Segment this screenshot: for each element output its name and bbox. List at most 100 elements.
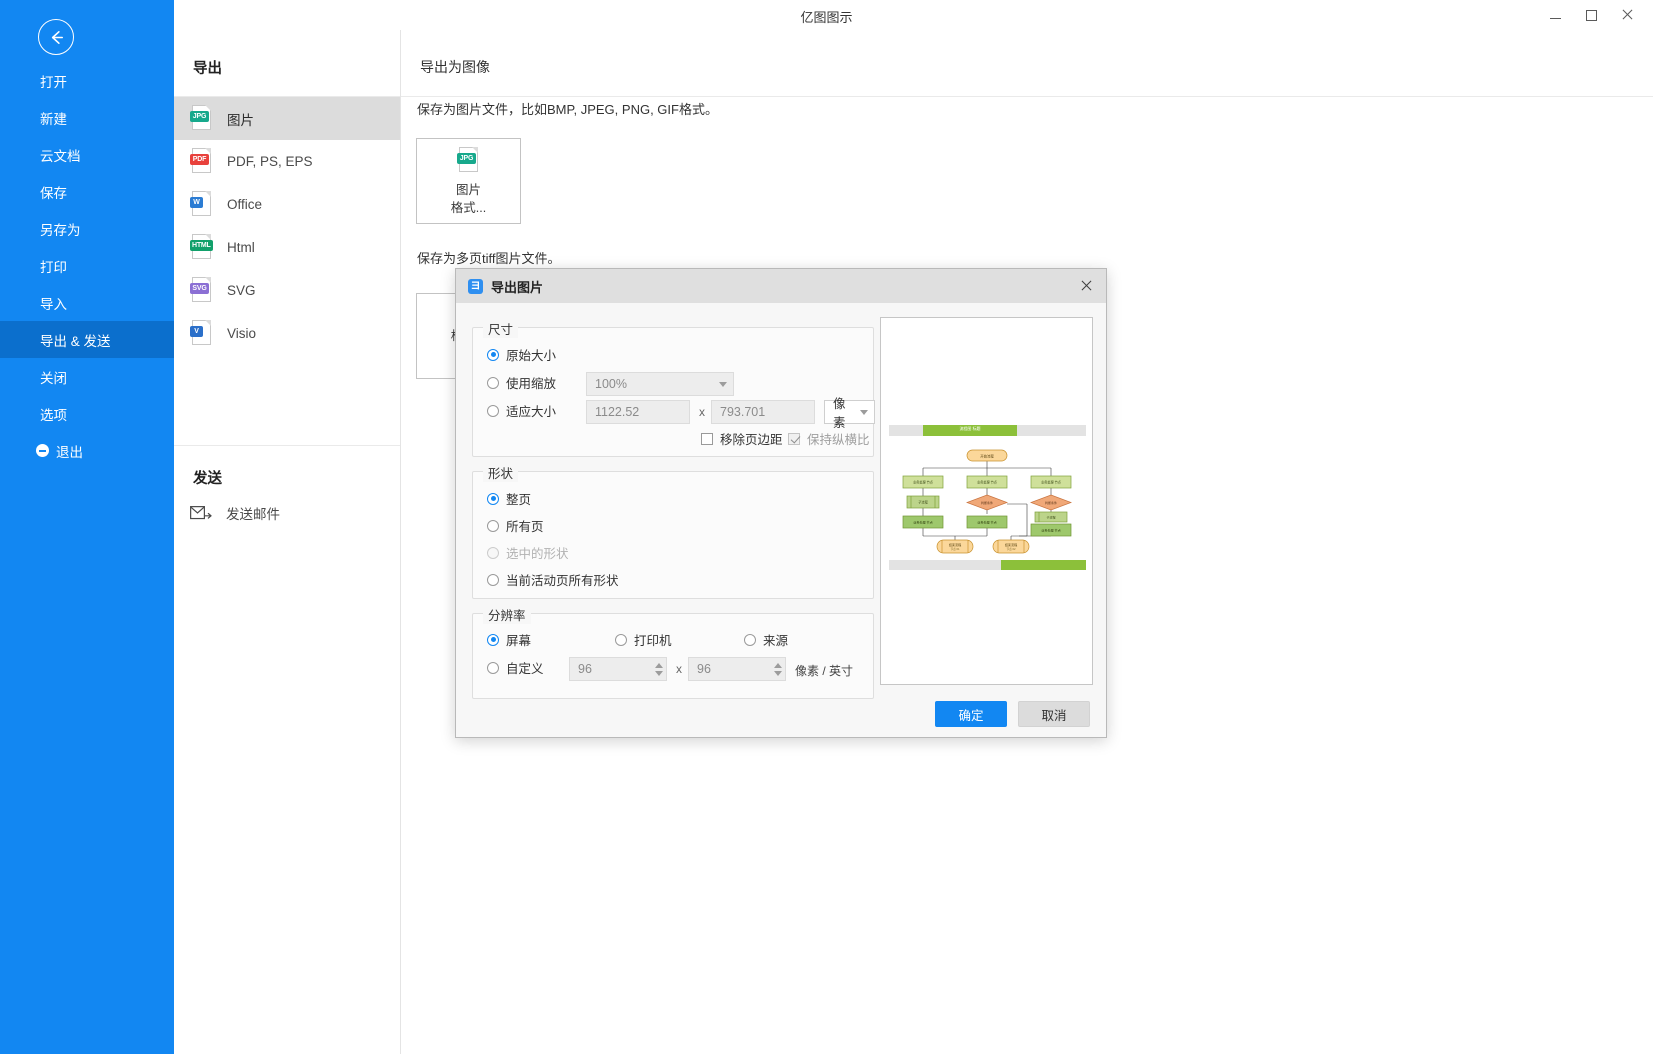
dialog-close-button[interactable] [1066, 269, 1106, 303]
content-divider [401, 96, 1653, 97]
word-file-icon: W [190, 191, 213, 218]
checkbox-label: 保持纵横比 [807, 433, 870, 447]
export-item-pdf-ps-eps[interactable]: PDF PDF, PS, EPS [174, 140, 400, 183]
dimension-separator: x [699, 405, 705, 419]
preview-flowchart: 开始流程 业务处理 节点 业务处理 节点 业务处理 节点 子流程 判断条件 判断… [902, 449, 1072, 554]
radio-resolution-custom[interactable]: 自定义 [487, 658, 544, 677]
checkbox-keep-aspect-ratio[interactable]: 保持纵横比 [788, 429, 870, 448]
radio-fit-size[interactable]: 适应大小 [487, 401, 556, 420]
export-item-office[interactable]: W Office [174, 183, 400, 226]
radio-resolution-screen[interactable]: 屏幕 [487, 630, 531, 649]
html-file-icon-tag: HTML [190, 240, 213, 251]
stepper-down-icon[interactable] [655, 670, 663, 676]
stepper-down-icon[interactable] [774, 670, 782, 676]
chevron-down-icon [719, 381, 727, 387]
sidebar-item-import[interactable]: 导入 [0, 284, 174, 321]
maximize-button[interactable] [1573, 1, 1609, 29]
radio-use-scale[interactable]: 使用缩放 [487, 373, 556, 392]
jpg-file-icon: JPG [190, 105, 213, 132]
scale-select-value: 100% [595, 377, 627, 391]
dialog-title: 导出图片 [491, 279, 544, 295]
preview-footer-bar [889, 560, 1086, 570]
svg-text:判断条件: 判断条件 [1045, 500, 1057, 505]
sidebar-item-label: 云文档 [40, 148, 81, 164]
sidebar-item-cloud-docs[interactable]: 云文档 [0, 136, 174, 173]
window-title: 亿图图示 [800, 10, 853, 25]
scale-select[interactable]: 100% [586, 372, 734, 396]
image-format-tile[interactable]: JPG 图片 格式... [416, 138, 521, 224]
stepper-up-icon[interactable] [774, 662, 782, 668]
sidebar-item-export-and-send[interactable]: 导出 & 发送 [0, 321, 174, 358]
fit-width-input[interactable]: 1122.52 [586, 400, 690, 424]
shape-group-legend: 形状 [483, 463, 519, 482]
radio-original-size[interactable]: 原始大小 [487, 345, 556, 364]
export-item-label: Html [227, 240, 255, 255]
custom-dpi-x-stepper[interactable]: 96 [569, 657, 667, 681]
radio-dot-icon [487, 519, 499, 532]
radio-label: 原始大小 [506, 349, 557, 363]
sidebar-item-open[interactable]: 打开 [0, 62, 174, 99]
pdf-file-icon: PDF [190, 148, 213, 175]
radio-label: 整页 [506, 493, 532, 507]
svg-text:业务处理 节点: 业务处理 节点 [913, 480, 934, 485]
radio-resolution-source[interactable]: 来源 [744, 630, 788, 649]
svg-text:子流程: 子流程 [1046, 515, 1055, 520]
send-item-label: 发送邮件 [226, 507, 280, 522]
sidebar-item-options[interactable]: 选项 [0, 395, 174, 432]
resolution-group: 分辨率 屏幕 打印机 来源 自定义 96 x 96 像素 / 英寸 [472, 605, 874, 699]
minimize-button[interactable] [1537, 1, 1573, 29]
sidebar-item-label: 退出 [56, 444, 83, 460]
radio-selected-shapes: 选中的形状 [487, 543, 569, 562]
export-panel: 导出 JPG 图片 PDF PDF, PS, EPS W Office HTML… [174, 30, 401, 1054]
stepper-arrows[interactable] [655, 662, 663, 676]
back-button[interactable] [38, 19, 74, 55]
html-file-icon: HTML [190, 234, 213, 261]
sidebar-item-quit[interactable]: 退出 [0, 432, 174, 469]
close-window-button[interactable] [1609, 1, 1645, 29]
sidebar-item-save-as[interactable]: 另存为 [0, 210, 174, 247]
sidebar-item-print[interactable]: 打印 [0, 247, 174, 284]
cancel-button[interactable]: 取消 [1018, 701, 1090, 727]
size-unit-value: 像素 [833, 397, 846, 430]
dialog-body: 尺寸 原始大小 使用缩放 100% 适应大小 1122.52 x 793.701… [456, 303, 1106, 737]
svg-text:业务处理 节点: 业务处理 节点 [977, 480, 998, 485]
stepper-arrows[interactable] [774, 662, 782, 676]
fit-height-input[interactable]: 793.701 [711, 400, 815, 424]
export-item-svg[interactable]: SVG SVG [174, 269, 400, 312]
sidebar-item-close[interactable]: 关闭 [0, 358, 174, 395]
ok-button[interactable]: 确定 [935, 701, 1007, 727]
size-unit-select[interactable]: 像素 [824, 397, 875, 430]
radio-whole-page[interactable]: 整页 [487, 489, 531, 508]
export-item-visio[interactable]: V Visio [174, 312, 400, 355]
svg-text:业务处理 节点: 业务处理 节点 [977, 520, 996, 525]
svg-text:子流程: 子流程 [918, 500, 928, 505]
minimize-icon [1549, 18, 1561, 19]
radio-label: 屏幕 [506, 634, 532, 648]
radio-label: 使用缩放 [506, 377, 557, 391]
export-item-image[interactable]: JPG 图片 [174, 97, 400, 140]
dpi-separator: x [676, 662, 682, 676]
stepper-up-icon[interactable] [655, 662, 663, 668]
sidebar-item-new[interactable]: 新建 [0, 99, 174, 136]
custom-dpi-y-stepper[interactable]: 96 [688, 657, 786, 681]
export-image-dialog: ヨ 导出图片 尺寸 原始大小 使用缩放 100% 适应大小 1122.52 x … [455, 268, 1107, 738]
sidebar-item-label: 另存为 [40, 222, 81, 238]
send-item-email[interactable]: 发送邮件 [190, 503, 280, 523]
checkbox-remove-page-margin[interactable]: 移除页边距 [701, 429, 783, 448]
tile-label-line2: 格式... [450, 200, 487, 215]
export-item-html[interactable]: HTML Html [174, 226, 400, 269]
radio-all-shapes-active-page[interactable]: 当前活动页所有形状 [487, 570, 619, 589]
radio-all-pages[interactable]: 所有页 [487, 516, 544, 535]
svg-text:结束流程: 结束流程 [1005, 542, 1017, 547]
sidebar-item-save[interactable]: 保存 [0, 173, 174, 210]
custom-dpi-x-value: 96 [578, 662, 592, 676]
radio-resolution-printer[interactable]: 打印机 [615, 630, 672, 649]
back-arrow-icon [51, 30, 63, 44]
checkbox-label: 移除页边距 [720, 433, 783, 447]
close-icon [1080, 280, 1092, 292]
preview-header-text: 流程图 标题 [959, 426, 981, 431]
jpg-file-icon: JPG [457, 146, 480, 174]
radio-label: 适应大小 [506, 405, 557, 419]
export-item-label: PDF, PS, EPS [227, 154, 313, 169]
svg-text:开始流程: 开始流程 [980, 454, 994, 459]
